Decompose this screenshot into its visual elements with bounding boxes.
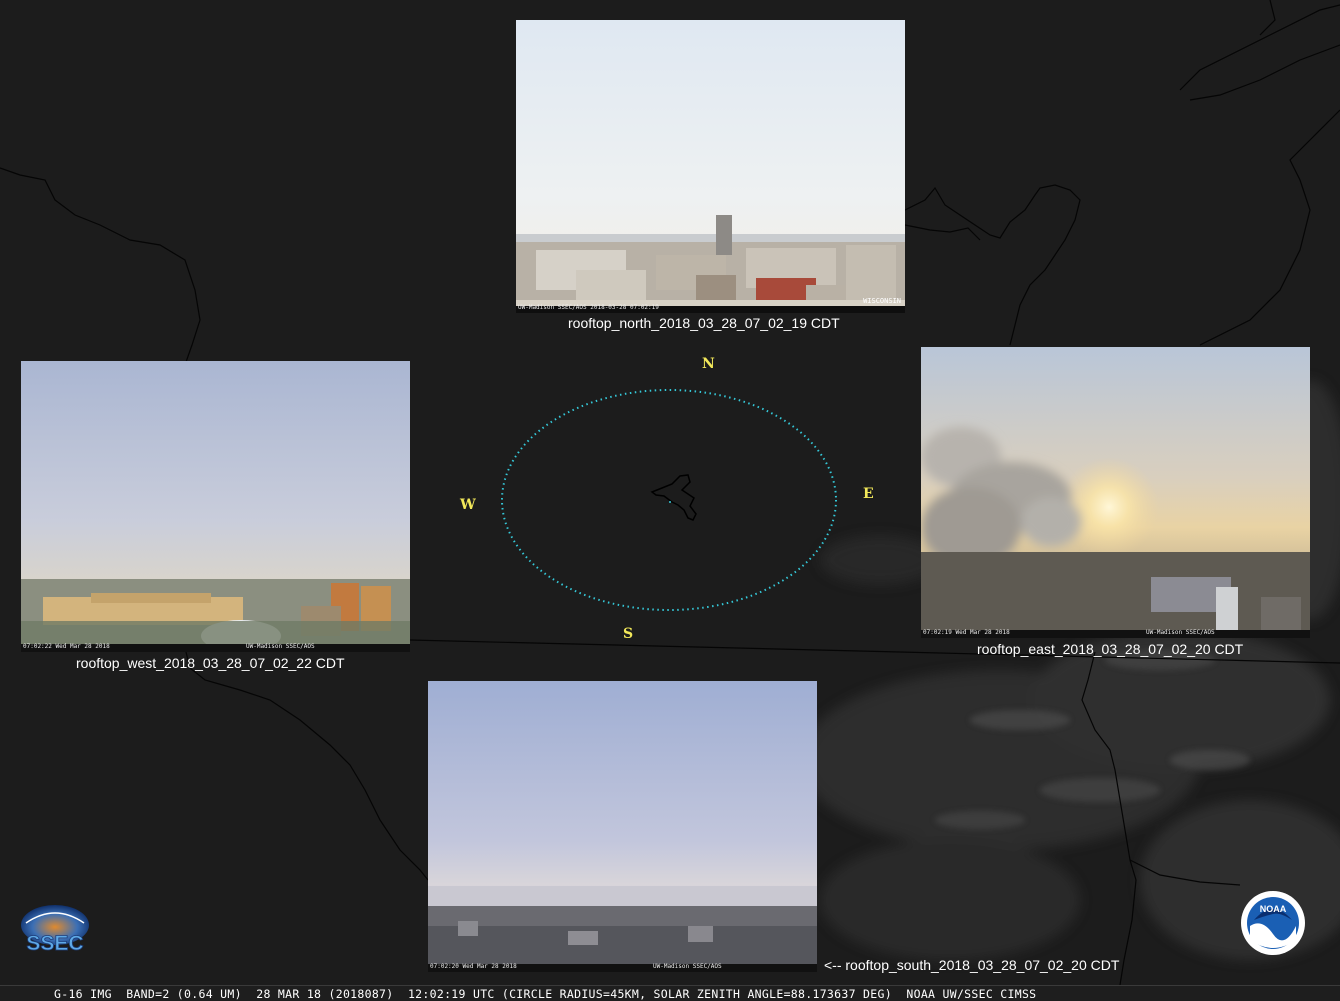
camera-south: 07:02:20 Wed Mar 28 2018 UW-Madison SSEC…: [428, 681, 817, 972]
compass-east: E: [863, 486, 874, 502]
caption-north: rooftop_north_2018_03_28_07_02_19 CDT: [568, 315, 840, 331]
camera-west: 07:02:22 Wed Mar 28 2018 UW-Madison SSEC…: [21, 361, 410, 652]
camera-east: 07:02:19 Wed Mar 28 2018 UW-Madison SSEC…: [921, 347, 1310, 638]
camera-east-stamp-right: UW-Madison SSEC/AOS: [1146, 629, 1215, 636]
camera-north-stamp: UW-Madison SSEC/AOS 2018-03-28 07:02:19: [518, 304, 659, 311]
caption-west: rooftop_west_2018_03_28_07_02_22 CDT: [76, 655, 345, 671]
camera-south-stamp-right: UW-Madison SSEC/AOS: [653, 963, 722, 970]
camera-north-watermark: WISCONSIN: [863, 297, 901, 305]
status-bar: G-16 IMG BAND=2 (0.64 UM) 28 MAR 18 (201…: [0, 985, 1340, 1001]
compass-south: S: [623, 626, 634, 642]
compass-west: W: [460, 497, 476, 513]
camera-south-stamp-left: 07:02:20 Wed Mar 28 2018: [430, 963, 517, 970]
caption-east: rooftop_east_2018_03_28_07_02_20 CDT: [977, 641, 1244, 657]
camera-east-stamp-left: 07:02:19 Wed Mar 28 2018: [923, 629, 1010, 636]
compass-north: N: [702, 356, 715, 372]
noaa-logo: NOAA: [1241, 891, 1305, 955]
caption-south: <-- rooftop_south_2018_03_28_07_02_20 CD…: [824, 957, 1120, 973]
camera-north: UW-Madison SSEC/AOS 2018-03-28 07:02:19 …: [516, 20, 905, 313]
status-bar-text: G-16 IMG BAND=2 (0.64 UM) 28 MAR 18 (201…: [54, 987, 1037, 1001]
noaa-logo-text: NOAA: [1260, 904, 1287, 914]
camera-west-stamp-right: UW-Madison SSEC/AOS: [246, 643, 315, 650]
camera-west-stamp-left: 07:02:22 Wed Mar 28 2018: [23, 643, 110, 650]
ssec-logo-text: SSEC: [26, 932, 83, 955]
ssec-logo: SSEC: [21, 905, 89, 955]
